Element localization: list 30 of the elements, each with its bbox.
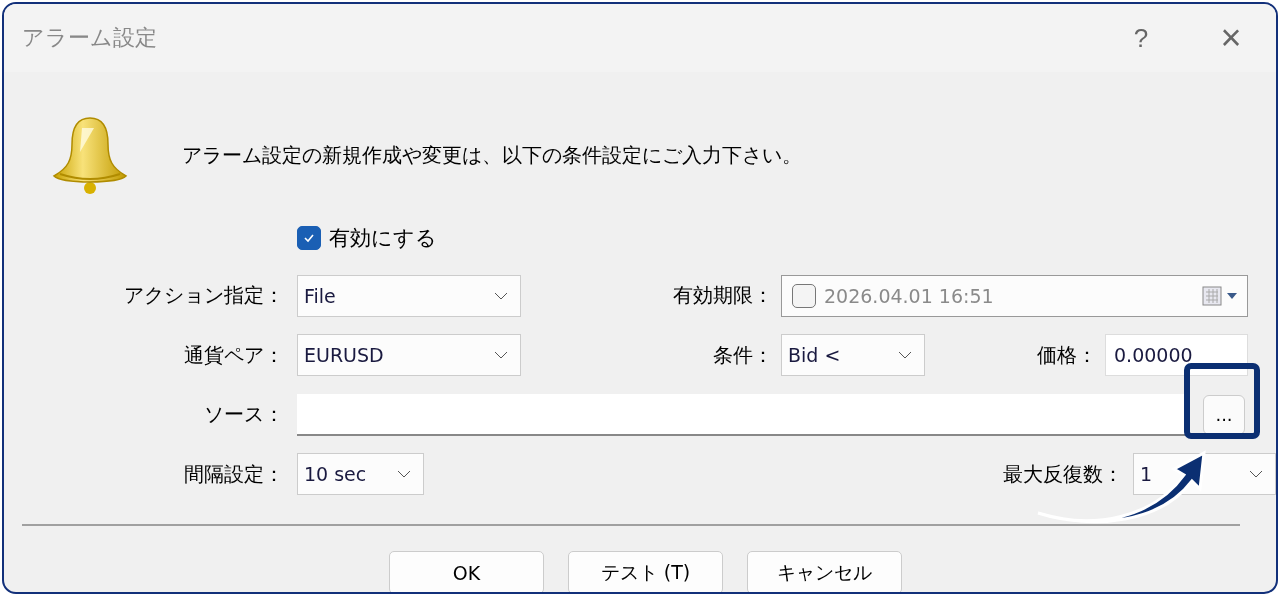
chevron-down-icon bbox=[1249, 470, 1263, 479]
chevron-down-icon bbox=[494, 291, 508, 300]
expiry-checkbox[interactable] bbox=[792, 283, 816, 308]
help-button[interactable]: ? bbox=[1096, 4, 1186, 72]
close-button[interactable]: × bbox=[1186, 4, 1276, 72]
action-dropdown[interactable]: File bbox=[297, 274, 521, 317]
enable-checkbox[interactable] bbox=[297, 226, 321, 250]
condition-label: 条件： bbox=[712, 341, 773, 369]
price-field[interactable]: 0.00000 bbox=[1105, 334, 1248, 377]
expiry-label: 有効期限： bbox=[672, 282, 773, 310]
interval-dropdown[interactable]: 10 sec bbox=[297, 453, 424, 496]
source-label: ソース： bbox=[203, 401, 284, 429]
interval-label: 間隔設定： bbox=[183, 460, 284, 488]
source-field[interactable] bbox=[297, 393, 1185, 436]
price-label: 価格： bbox=[1036, 341, 1097, 369]
chevron-down-icon bbox=[397, 470, 411, 479]
condition-dropdown[interactable]: Bid < bbox=[781, 334, 925, 377]
max-repeats-label: 最大反復数： bbox=[1003, 460, 1123, 488]
chevron-down-icon bbox=[494, 351, 508, 360]
instruction-text: アラーム設定の新規作成や変更は、以下の条件設定にご入力下さい。 bbox=[182, 141, 802, 169]
enable-label: 有効にする bbox=[329, 225, 437, 252]
dialog-button[interactable]: テスト (T) bbox=[568, 551, 723, 592]
dialog-button[interactable]: OK bbox=[389, 551, 544, 592]
action-label: アクション指定： bbox=[123, 282, 284, 310]
browse-button[interactable]: ... bbox=[1203, 394, 1245, 435]
dialog-button[interactable]: キャンセル bbox=[747, 551, 902, 592]
currency-pair-dropdown[interactable]: EURUSD bbox=[297, 334, 521, 377]
chevron-down-icon bbox=[898, 351, 912, 360]
currency-pair-label: 通貨ペア： bbox=[183, 341, 284, 369]
window-title: アラーム設定 bbox=[22, 24, 157, 52]
